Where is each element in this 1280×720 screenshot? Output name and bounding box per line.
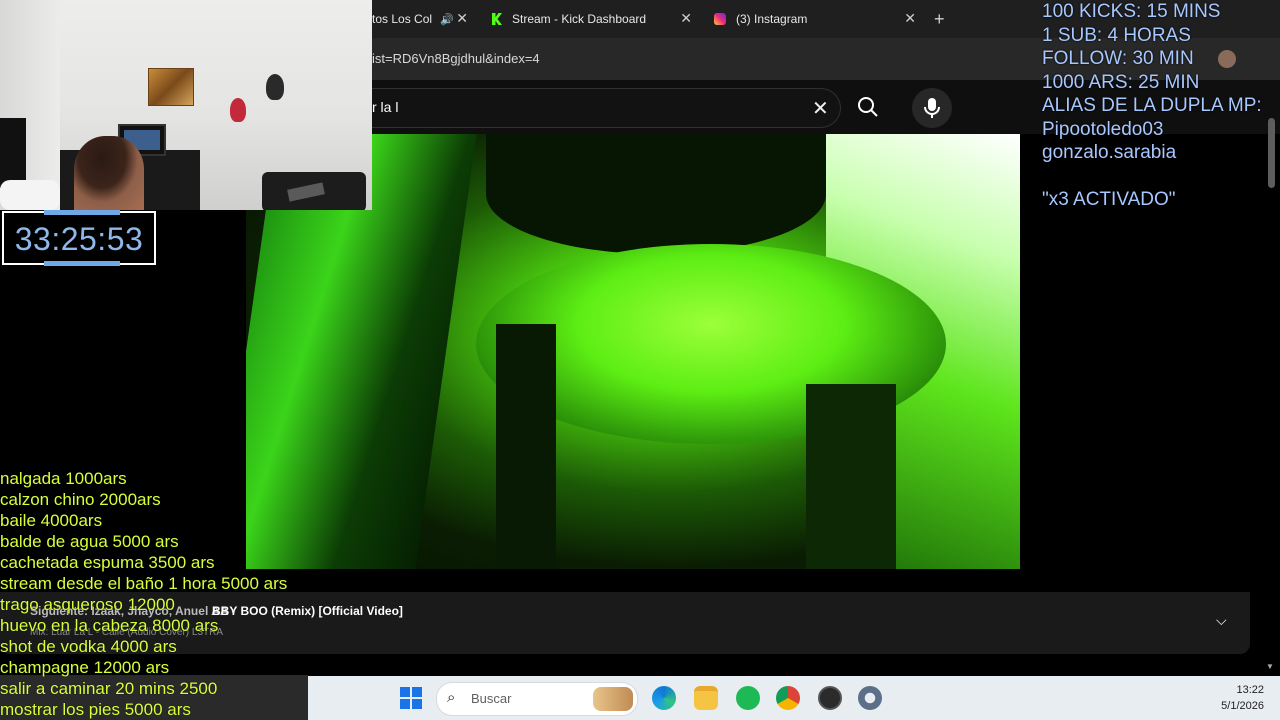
goal-line: 1000 ARS: 25 MIN (1042, 71, 1200, 93)
tab-instagram-label: (3) Instagram (736, 12, 808, 26)
price-list-item: nalgada 1000ars (0, 469, 127, 488)
webcam-painting (148, 68, 194, 106)
price-list-item: shot de vodka 4000 ars (0, 637, 177, 656)
webcam-foreground-object (262, 172, 366, 210)
price-list: nalgada 1000ars calzon chino 2000ars bai… (0, 468, 308, 720)
price-list-item: calzon chino 2000ars (0, 490, 161, 509)
windows-start-icon[interactable] (400, 687, 422, 709)
price-list-item: baile 4000ars (0, 511, 103, 530)
search-input-value: r la l (372, 99, 399, 115)
instagram-icon (714, 13, 726, 25)
microphone-icon (924, 98, 940, 118)
search-icon (858, 97, 878, 117)
price-list-item: balde de agua 5000 ars (0, 532, 179, 551)
goal-line: gonzalo.sarabia (1042, 142, 1177, 163)
timer-bar-top (44, 210, 120, 215)
spotify-icon[interactable] (736, 686, 760, 710)
price-list-item: salir a caminar 20 mins 2500 (0, 679, 218, 698)
speaker-icon[interactable]: 🔊 (440, 13, 454, 26)
goal-line: FOLLOW: 30 MIN (1042, 48, 1194, 69)
goal-line: ALIAS DE LA DUPLA MP: (1042, 95, 1262, 116)
tab-instagram[interactable]: (3) Instagram ✕ (714, 6, 916, 32)
kick-icon (492, 13, 502, 25)
search-highlight-image (593, 687, 633, 711)
webcam-red-cap (230, 98, 246, 122)
goal-spacer (1040, 165, 1280, 189)
price-list-item: trago asqueroso 12000 (0, 595, 175, 614)
video-frame-shadow (486, 134, 826, 254)
scroll-down-arrow-icon[interactable]: ▼ (1266, 662, 1274, 671)
price-list-item: mostrar los pies 5000 ars (0, 700, 191, 719)
tab-kick-label: Stream - Kick Dashboard (512, 12, 647, 26)
webcam-black-cap (266, 74, 284, 100)
taskbar-search-box[interactable]: ⌕ Buscar (436, 682, 638, 716)
price-list-item: huevo en la cabeza 8000 ars (0, 616, 219, 635)
search-icon: ⌕ (447, 689, 456, 706)
tab-kick-dashboard[interactable]: Stream - Kick Dashboard ✕ (492, 6, 692, 32)
voice-search-button[interactable] (912, 88, 952, 128)
webcam-clothes (0, 180, 60, 210)
tab-youtube[interactable]: tos Los Col 🔊 ✕ (372, 6, 472, 32)
chevron-down-icon[interactable]: ⌵ (1216, 612, 1227, 629)
edge-icon[interactable] (652, 686, 676, 710)
stream-timer: 33:25:53 (2, 210, 156, 266)
timer-text: 33:25:53 (14, 221, 144, 257)
goal-line: Pipootoledo03 (1042, 118, 1164, 140)
price-list-item: cachetada espuma 3500 ars (0, 553, 215, 572)
settings-icon[interactable] (858, 686, 882, 710)
clock-time[interactable]: 13:22 (1228, 684, 1264, 696)
price-list-item: champagne 12000 ars (0, 658, 170, 677)
price-list-item: stream desde el baño 1 hora 5000 ars (0, 574, 288, 593)
search-button[interactable] (846, 88, 890, 126)
windows-taskbar: ⌕ Buscar 13:22 5/1/2026 (308, 676, 1280, 720)
webcam-streamer (74, 136, 144, 210)
taskbar-search-placeholder: Buscar (471, 691, 512, 706)
chrome-icon[interactable] (776, 686, 800, 710)
video-frame-shadow-right (806, 384, 896, 569)
file-explorer-icon[interactable] (694, 686, 718, 710)
close-tab-icon[interactable]: ✕ (680, 10, 692, 27)
video-frame-shadow-left (496, 324, 556, 569)
multiplier-status: "x3 ACTIVADO" (1042, 189, 1176, 210)
clock-date[interactable]: 5/1/2026 (1208, 700, 1264, 712)
clear-search-icon[interactable]: ✕ (812, 96, 829, 121)
goal-line: 1 SUB: 4 HORAS (1042, 24, 1191, 46)
new-tab-button[interactable]: + (934, 9, 945, 30)
webcam-speaker (0, 118, 26, 188)
stream-goals: 100 KICKS: 15 MINS 1 SUB: 4 HORAS FOLLOW… (1040, 0, 1280, 212)
obs-icon[interactable] (818, 686, 842, 710)
webcam-overlay (0, 0, 372, 210)
tab-youtube-label: tos Los Col (372, 12, 433, 26)
search-input[interactable]: r la l (360, 88, 841, 128)
timer-bar-bottom (44, 261, 120, 266)
close-tab-icon[interactable]: ✕ (904, 10, 916, 27)
close-tab-icon[interactable]: ✕ (456, 10, 468, 27)
url-text[interactable]: ist=RD6Vn8Bgjdhul&index=4 (372, 51, 540, 66)
goal-line: 100 KICKS: 15 MINS (1042, 1, 1221, 22)
